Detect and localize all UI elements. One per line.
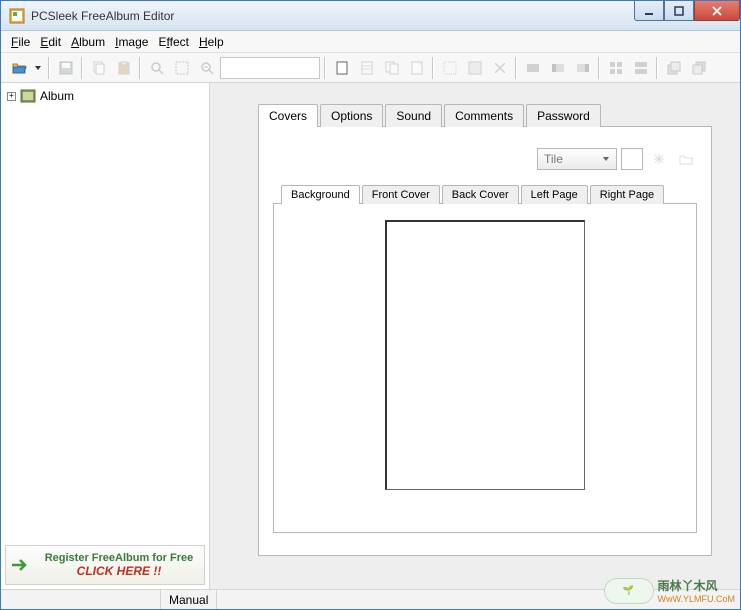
menu-file[interactable]: File (11, 35, 30, 49)
separator (598, 57, 600, 79)
tab-panel: Tile Background Front Cover Back Cover L… (258, 126, 712, 556)
tile-select[interactable]: Tile (537, 148, 617, 170)
separator (432, 57, 434, 79)
tab-covers[interactable]: Covers (258, 104, 318, 127)
separator (139, 57, 141, 79)
app-icon (9, 8, 25, 24)
toolbar (1, 53, 740, 83)
page-button-3 (405, 56, 428, 79)
album-icon (20, 88, 36, 104)
subtab-background[interactable]: Background (281, 185, 360, 204)
subtab-back-cover[interactable]: Back Cover (442, 185, 519, 204)
body: + Album Register FreeAlbum for Free CLIC… (1, 83, 740, 589)
subtab-right-page[interactable]: Right Page (590, 185, 664, 204)
statusbar: Manual (1, 589, 740, 609)
copy-button (87, 56, 110, 79)
maximize-button[interactable] (664, 1, 694, 21)
layer-button-1 (662, 56, 685, 79)
register-text: Register FreeAlbum for Free CLICK HERE !… (38, 552, 200, 578)
separator (324, 57, 326, 79)
canvas[interactable] (385, 220, 585, 490)
window-title: PCSleek FreeAlbum Editor (31, 9, 174, 23)
options-row: Tile (273, 147, 697, 170)
register-line2: CLICK HERE !! (38, 564, 200, 578)
menubar: File Edit Album Image Effect Help (1, 31, 740, 53)
zoom-button (145, 56, 168, 79)
menu-edit[interactable]: Edit (40, 35, 61, 49)
close-button[interactable] (694, 1, 740, 21)
effect-button (463, 56, 486, 79)
status-mode: Manual (161, 590, 217, 609)
option-button-1 (647, 147, 670, 170)
open-button[interactable] (7, 56, 30, 79)
titlebar: PCSleek FreeAlbum Editor (1, 1, 740, 31)
page-button-2 (380, 56, 403, 79)
save-button (54, 56, 77, 79)
layer-button-2 (687, 56, 710, 79)
tree-root-label: Album (40, 89, 74, 103)
tab-sound[interactable]: Sound (385, 104, 442, 127)
stamp-button (438, 56, 461, 79)
sidebar: + Album Register FreeAlbum for Free CLIC… (1, 83, 210, 589)
separator (656, 57, 658, 79)
browse-button (674, 147, 697, 170)
separator (81, 57, 83, 79)
paste-button (112, 56, 135, 79)
new-page-button[interactable] (330, 56, 353, 79)
register-banner[interactable]: Register FreeAlbum for Free CLICK HERE !… (5, 545, 205, 585)
grid-button-2 (629, 56, 652, 79)
tab-password[interactable]: Password (526, 104, 601, 127)
separator (515, 57, 517, 79)
tabs: Covers Options Sound Comments Password (258, 103, 712, 126)
align-button-3 (571, 56, 594, 79)
arrow-icon (10, 556, 32, 574)
menu-album[interactable]: Album (71, 35, 105, 49)
app-window: PCSleek FreeAlbum Editor File Edit Album… (0, 0, 741, 610)
tree-root[interactable]: + Album (7, 87, 203, 105)
status-cell-1 (1, 590, 161, 609)
subtab-front-cover[interactable]: Front Cover (362, 185, 440, 204)
tile-select-value: Tile (544, 152, 563, 166)
expand-icon[interactable]: + (7, 92, 16, 101)
menu-image[interactable]: Image (115, 35, 148, 49)
color-picker[interactable] (621, 148, 643, 170)
chevron-down-icon (602, 155, 610, 163)
open-dropdown[interactable] (32, 56, 44, 79)
fit-button (170, 56, 193, 79)
subtab-panel (273, 203, 697, 533)
menu-effect[interactable]: Effect (158, 35, 188, 49)
page-button-1 (355, 56, 378, 79)
grid-button-1 (604, 56, 627, 79)
window-controls (634, 1, 740, 21)
zoom-out-button (195, 56, 218, 79)
delete-button (488, 56, 511, 79)
minimize-button[interactable] (634, 1, 664, 21)
tab-options[interactable]: Options (320, 104, 383, 127)
separator (48, 57, 50, 79)
align-button-1 (521, 56, 544, 79)
tab-comments[interactable]: Comments (444, 104, 524, 127)
zoom-select[interactable] (220, 57, 320, 79)
tree: + Album (1, 83, 209, 541)
align-button-2 (546, 56, 569, 79)
menu-help[interactable]: Help (199, 35, 224, 49)
subtab-left-page[interactable]: Left Page (521, 185, 588, 204)
register-line1: Register FreeAlbum for Free (38, 552, 200, 564)
main-panel: Covers Options Sound Comments Password T… (210, 83, 740, 589)
subtabs: Background Front Cover Back Cover Left P… (281, 184, 697, 203)
